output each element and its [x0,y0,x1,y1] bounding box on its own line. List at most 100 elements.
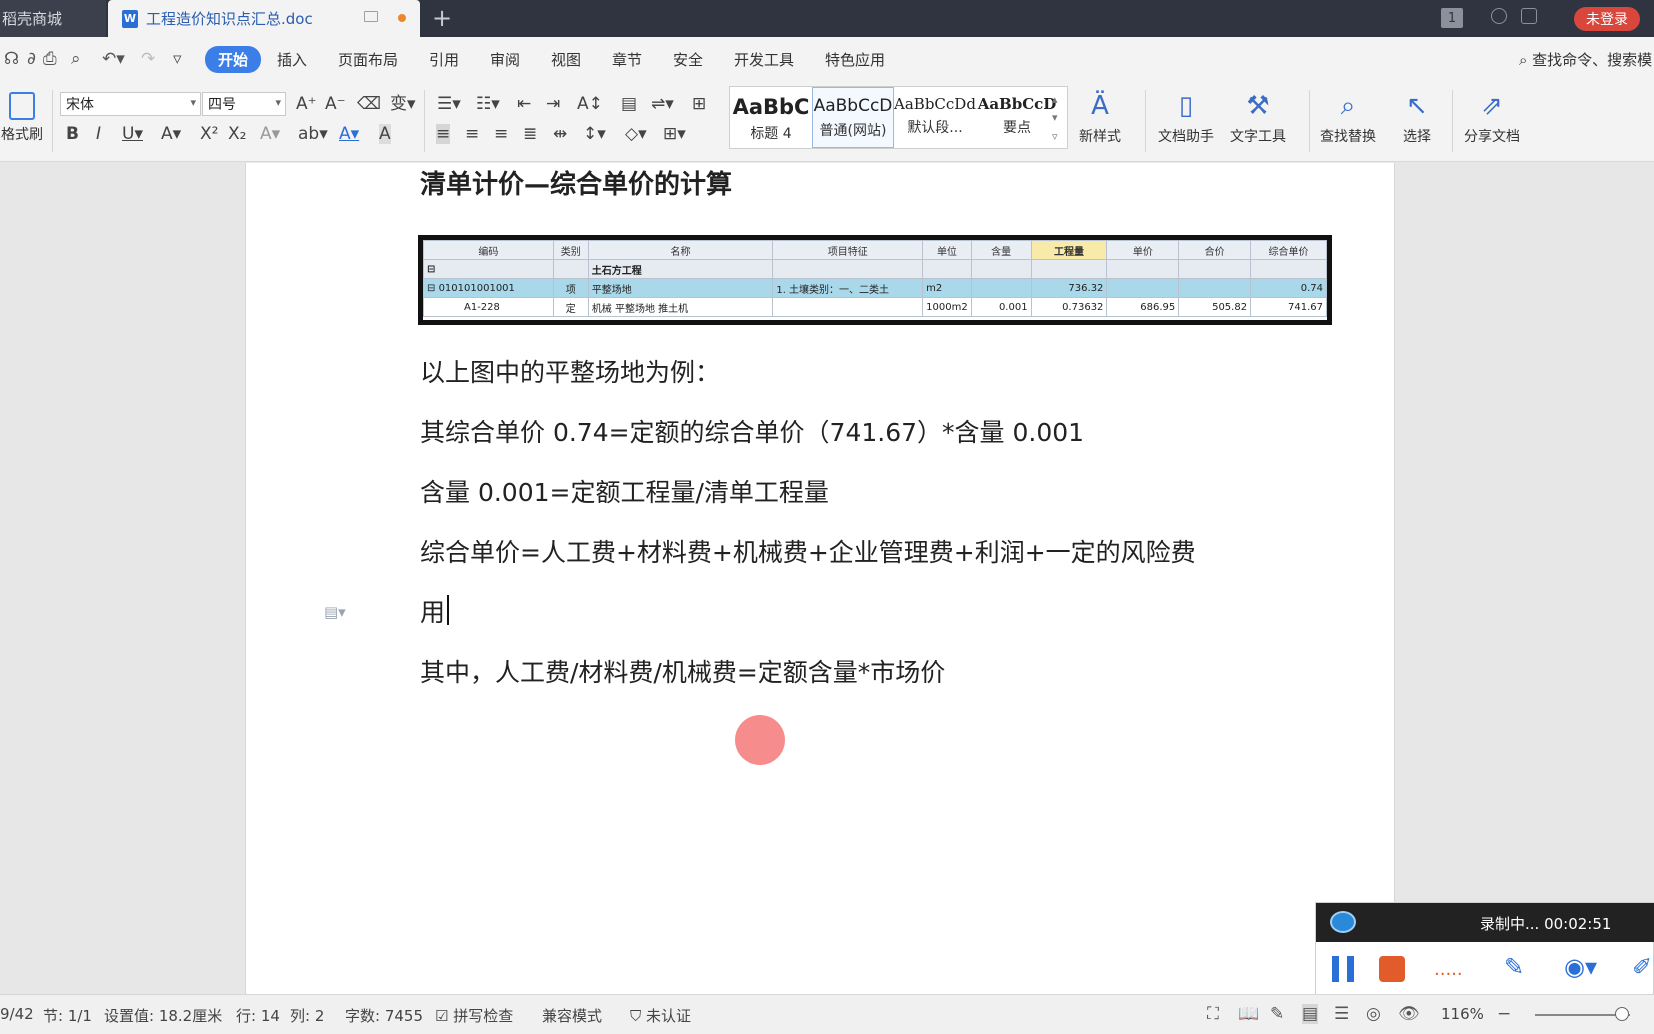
monitor-icon[interactable] [364,11,378,22]
style-normal-web[interactable]: AaBbCcD 普通(网站) [812,87,894,148]
status-page[interactable]: 9/42 [0,1005,34,1023]
phonetic-guide-icon[interactable]: 变▾ [390,94,416,114]
justify-icon[interactable]: ≣ [523,124,537,144]
increase-indent-icon[interactable]: ⇥ [546,94,560,114]
font-name-select[interactable]: 宋体 [60,92,201,116]
grow-font-icon[interactable]: A⁺ [296,94,317,114]
edit-mode-icon[interactable]: ✎ [1270,1004,1284,1024]
zoom-out-icon[interactable]: − [1497,1004,1511,1024]
menu-special[interactable]: 特色应用 [825,49,885,70]
doc-paragraph[interactable]: 含量 0.001=定额工程量/清单工程量 [420,473,829,509]
window-count-badge[interactable]: 1 [1441,8,1463,28]
wallet-icon[interactable] [1521,8,1537,24]
style-heading4[interactable]: AaBbC 标题 4 [730,87,812,148]
webcam-icon[interactable]: ◉▾ [1564,953,1597,981]
fullscreen-icon[interactable]: ⛶ [1207,1004,1219,1024]
underline-icon[interactable]: U▾ [122,124,143,144]
brush-icon[interactable]: ✐ [1632,953,1652,981]
table-insert-icon[interactable]: ⊞ [692,94,706,114]
highlight-icon[interactable]: ab▾ [298,124,328,144]
char-shading-icon[interactable]: A [379,124,391,144]
document-page[interactable]: 清单计价—综合单价的计算 编码 类别 名称 项目特征 单位 含量 工程量 单价 … [245,163,1395,994]
embedded-table-image[interactable]: 编码 类别 名称 项目特征 单位 含量 工程量 单价 合价 综合单价 ⊟ 土石方… [418,235,1332,325]
tab-document[interactable]: W 工程造价知识点汇总.doc [108,0,420,37]
skin-icon[interactable] [1491,8,1507,24]
menu-developer[interactable]: 开发工具 [734,49,794,70]
italic-icon[interactable]: I [96,124,101,144]
menu-page-layout[interactable]: 页面布局 [338,49,398,70]
stop-button[interactable] [1379,956,1405,982]
strikethrough-icon[interactable]: A▾ [161,124,181,144]
align-left-icon[interactable]: ≡ [436,124,451,144]
doc-paragraph-cursor[interactable]: 用 [420,593,450,629]
quick-access-more-icon[interactable]: ▿ [173,49,182,69]
command-search[interactable]: ⌕ 查找命令、搜索模 [1519,49,1652,70]
zoom-level[interactable]: 116% [1441,1005,1484,1023]
bold-icon[interactable]: B [66,124,79,144]
status-certification[interactable]: ⛉ 未认证 [630,1005,691,1026]
format-painter-small-icon[interactable]: ☊ [4,49,19,69]
change-case-icon[interactable]: A↕ [577,94,603,114]
menu-chapter[interactable]: 章节 [612,49,642,70]
doc-paragraph[interactable]: 综合单价=人工费+材料费+机械费+企业管理费+利润+一定的风险费 [420,533,1196,569]
status-word-count[interactable]: 字数: 7455 [345,1005,423,1026]
menu-references[interactable]: 引用 [429,49,459,70]
doc-paragraph[interactable]: 以上图中的平整场地为例： [420,353,720,389]
print-preview-icon[interactable]: ⌕ [71,49,81,69]
doc-paragraph[interactable]: 其中，人工费/材料费/机械费=定额含量*市场价 [420,653,945,689]
new-tab-button[interactable]: + [432,4,452,32]
clear-format-icon[interactable]: ⌫ [357,94,381,114]
chinese-layout-icon[interactable]: ▤ [621,94,637,114]
zoom-slider-handle[interactable] [1615,1007,1629,1021]
paragraph-layout-icon[interactable]: ▤▾ [324,603,346,621]
find-replace-button[interactable]: ⌕ 查找替换 [1320,90,1376,146]
align-center-icon[interactable]: ≡ [465,124,479,144]
line-spacing-select-icon[interactable]: ⇌▾ [651,94,674,114]
style-default-paragraph[interactable]: AaBbCcDd 默认段... [894,87,976,148]
reading-mode-icon[interactable]: 📖 [1238,1004,1259,1024]
menu-home[interactable]: 开始 [205,46,262,73]
outline-view-icon[interactable]: ☰ [1334,1004,1349,1024]
tab-store[interactable]: 稻壳商城 [0,0,106,37]
superscript-icon[interactable]: X² [200,124,218,144]
doc-paragraph[interactable]: 其综合单价 0.74=定额的综合单价（741.67）*含量 0.001 [420,413,1084,449]
menu-security[interactable]: 安全 [673,49,703,70]
menu-view[interactable]: 视图 [551,49,581,70]
shading-fill-icon[interactable]: ◇▾ [625,124,647,144]
font-size-select[interactable]: 四号 [202,92,286,116]
line-spacing-icon[interactable]: ↕▾ [583,124,606,144]
pen-annotation-icon[interactable]: ✎ [1504,953,1524,981]
spellcheck-toggle[interactable]: ☑ 拼写检查 [435,1005,513,1026]
login-button[interactable]: 未登录 [1574,7,1640,31]
share-doc-button[interactable]: ⇗ 分享文档 [1464,90,1520,146]
distributed-icon[interactable]: ⇹ [553,124,567,144]
eye-protection-icon[interactable]: 👁 [1398,1004,1420,1024]
bullets-icon[interactable]: ☰▾ [437,94,461,114]
doc-assistant-button[interactable]: ▯ 文档助手 [1158,90,1214,146]
font-color-icon[interactable]: A▾ [339,124,359,144]
decrease-indent-icon[interactable]: ⇤ [517,94,531,114]
redo-icon[interactable]: ↷ [141,49,155,69]
web-view-icon[interactable]: ◎ [1366,1004,1381,1024]
audio-level-icon[interactable]: ..... [1434,959,1463,980]
styles-scroll-up-icon[interactable]: ▴ [1052,90,1058,110]
select-button[interactable]: ↖ 选择 [1403,90,1431,146]
status-setting[interactable]: 设置值: 18.2厘米 [104,1005,222,1026]
subscript-icon[interactable]: X₂ [228,124,246,144]
menu-insert[interactable]: 插入 [277,49,307,70]
text-tools-button[interactable]: ⚒ 文字工具 [1230,90,1286,146]
style-key-point[interactable]: AaBbCcD 要点 [976,87,1058,148]
text-effect-icon[interactable]: A▾ [260,124,280,144]
styles-scroll-down-icon[interactable]: ▾ [1052,108,1058,128]
format-painter-button[interactable]: 格式刷 [0,92,44,144]
undo-icon[interactable]: ↶▾ [102,49,125,69]
borders-icon[interactable]: ⊞▾ [663,124,686,144]
print-icon[interactable]: ⎙ [43,49,57,69]
pause-button[interactable] [1332,956,1354,982]
align-right-icon[interactable]: ≡ [494,124,508,144]
numbering-icon[interactable]: ☷▾ [476,94,500,114]
new-style-button[interactable]: Ä 新样式 [1079,90,1121,146]
styles-expand-icon[interactable]: ▿ [1052,127,1058,147]
page-view-icon[interactable]: ▤ [1302,1004,1319,1024]
menu-review[interactable]: 审阅 [490,49,520,70]
